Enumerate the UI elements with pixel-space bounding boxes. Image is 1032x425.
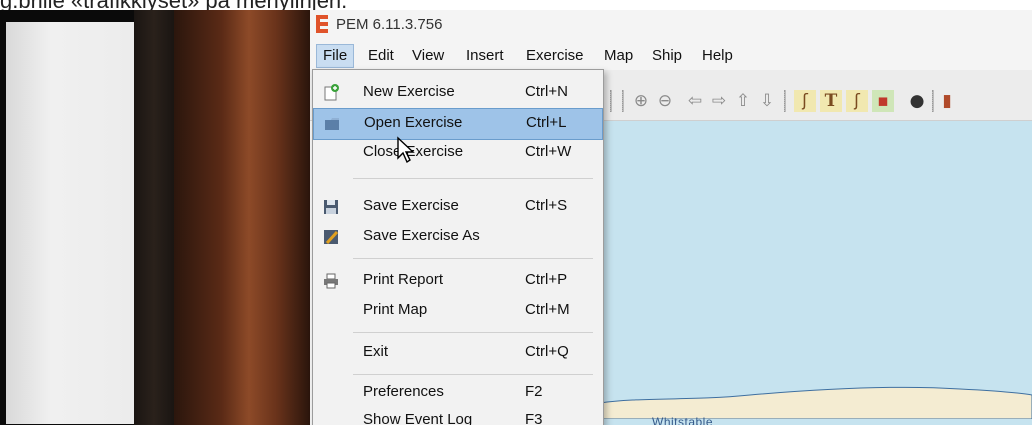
menu-item-shortcut: Ctrl+N — [525, 83, 568, 100]
menu-item-label: Preferences — [363, 383, 444, 400]
globe-icon[interactable]: ● — [906, 90, 928, 112]
menu-file[interactable]: File — [316, 44, 355, 68]
menu-item-label: Show Event Log — [363, 411, 473, 425]
menu-separator — [353, 374, 593, 375]
app-logo-icon — [316, 15, 330, 33]
mouse-cursor-icon — [397, 136, 415, 164]
pan-down-icon[interactable]: ⇩ — [756, 90, 778, 112]
more-tools-icon[interactable]: ▮ — [942, 90, 952, 112]
save-icon — [321, 197, 341, 217]
photo: PEM 6.11.3.756 File Edit View Insert Exe… — [0, 10, 1032, 425]
menu-item-print-report[interactable]: Print Report Ctrl+P — [313, 266, 601, 296]
toolbar-separator — [622, 90, 624, 112]
line-icon[interactable]: ʃ — [846, 90, 868, 112]
menu-help[interactable]: Help — [696, 45, 739, 67]
wall-background — [174, 10, 310, 425]
route-icon[interactable]: ʃ — [794, 90, 816, 112]
title-bar: PEM 6.11.3.756 — [310, 10, 1032, 42]
menu-item-close-exercise[interactable]: Close Exercise Ctrl+W — [313, 138, 601, 168]
toolbar-separator — [610, 90, 612, 112]
new-exercise-icon — [321, 83, 341, 103]
menu-map[interactable]: Map — [598, 45, 639, 67]
menu-item-label: Exit — [363, 343, 389, 360]
menu-item-preferences[interactable]: Preferences F2 — [313, 378, 601, 408]
menu-separator — [353, 332, 593, 333]
menu-item-shortcut: Ctrl+Q — [525, 343, 569, 360]
file-menu: New Exercise Ctrl+N Open Exercise Ctrl+L… — [312, 69, 604, 425]
caption-text: g.brille «trafikklyset» på menylinjen. — [0, 0, 1032, 10]
menu-item-save-exercise[interactable]: Save Exercise Ctrl+S — [313, 192, 601, 222]
menu-bar: File Edit View Insert Exercise Map Ship … — [310, 42, 1032, 70]
menu-item-label: Open Exercise — [364, 114, 463, 131]
menu-edit[interactable]: Edit — [362, 45, 400, 67]
pan-right-icon[interactable]: ⇨ — [708, 90, 730, 112]
chart-map[interactable]: Whitstable — [600, 121, 1032, 425]
map-place-label: Whitstable — [652, 415, 714, 425]
menu-item-shortcut: F2 — [525, 383, 543, 400]
open-exercise-icon — [322, 114, 342, 134]
menu-separator — [353, 258, 593, 259]
menu-item-open-exercise[interactable]: Open Exercise Ctrl+L — [313, 108, 603, 140]
menu-ship[interactable]: Ship — [646, 45, 688, 67]
menu-item-shortcut: F3 — [525, 411, 543, 425]
menu-item-label: Save Exercise As — [363, 227, 480, 244]
menu-insert[interactable]: Insert — [460, 45, 510, 67]
toolbar-separator — [932, 90, 934, 112]
menu-item-label: Print Report — [363, 271, 444, 288]
menu-item-shortcut: Ctrl+W — [525, 143, 572, 160]
menu-item-label: Print Map — [363, 301, 428, 318]
menu-item-exit[interactable]: Exit Ctrl+Q — [313, 338, 601, 368]
menu-item-shortcut: Ctrl+M — [525, 301, 570, 318]
menu-item-new-exercise[interactable]: New Exercise Ctrl+N — [313, 78, 601, 108]
menu-item-shortcut: Ctrl+S — [525, 197, 568, 214]
pan-up-icon[interactable]: ⇧ — [732, 90, 754, 112]
pan-left-icon[interactable]: ⇦ — [684, 90, 706, 112]
menu-view[interactable]: View — [406, 45, 450, 67]
menu-item-save-exercise-as[interactable]: Save Exercise As — [313, 222, 601, 252]
chart-icon[interactable]: ▪ — [872, 90, 894, 112]
left-monitor — [6, 22, 134, 424]
menu-item-print-map[interactable]: Print Map Ctrl+M — [313, 296, 601, 326]
menu-item-shortcut: Ctrl+L — [526, 114, 567, 131]
zoom-out-icon[interactable]: ⊖ — [654, 90, 676, 112]
pem-window: PEM 6.11.3.756 File Edit View Insert Exe… — [310, 10, 1032, 425]
monitor-bezel — [134, 10, 174, 425]
toolbar-separator — [784, 90, 786, 112]
menu-separator — [353, 178, 593, 179]
menu-item-shortcut: Ctrl+P — [525, 271, 568, 288]
coastline-shape — [600, 386, 1032, 419]
window-title: PEM 6.11.3.756 — [336, 16, 443, 33]
text-icon[interactable]: T — [820, 90, 842, 112]
save-as-icon — [321, 227, 341, 247]
print-icon — [321, 271, 341, 291]
zoom-in-icon[interactable]: ⊕ — [630, 90, 652, 112]
menu-exercise[interactable]: Exercise — [520, 45, 590, 67]
menu-item-label: New Exercise — [363, 83, 455, 100]
menu-item-show-event-log[interactable]: Show Event Log F3 — [313, 406, 601, 425]
menu-item-label: Save Exercise — [363, 197, 459, 214]
